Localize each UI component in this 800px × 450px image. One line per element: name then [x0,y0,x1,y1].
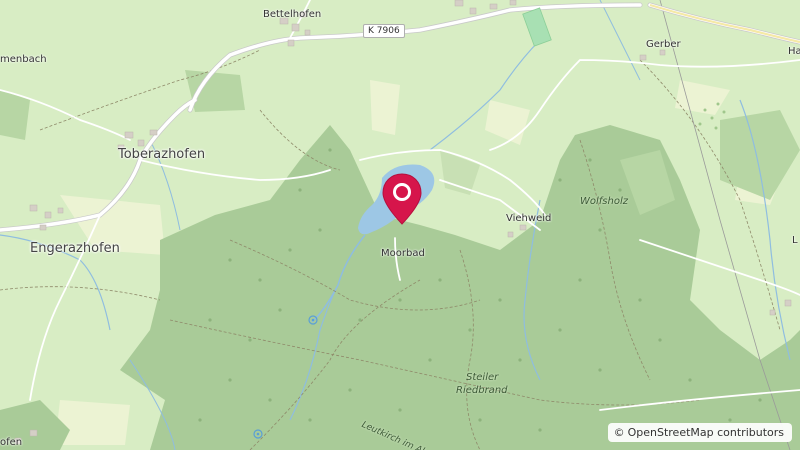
road-shield-k7906: K 7906 [363,24,405,38]
place-label-steiler: Steiler [466,372,499,383]
place-label-menbach: menbach [0,54,47,65]
place-label-moorbad: Moorbad [381,248,425,259]
place-label-riedbrand: Riedbrand [456,385,508,396]
copyright-symbol: © [613,426,625,439]
map-attribution[interactable]: © OpenStreetMap contributors [607,423,792,442]
map-view[interactable]: Bettelhofen Toberazhofen Engerazhofen Ge… [0,0,800,450]
place-label-engerazhofen: Engerazhofen [30,241,120,256]
place-label-ofen: ofen [0,437,23,448]
place-label-l: L [792,235,798,246]
place-label-toberazhofen: Toberazhofen [118,147,206,162]
place-label-gerber: Gerber [646,39,681,50]
place-label-bettelhofen: Bettelhofen [263,9,322,20]
place-label-ha: Ha [788,46,800,57]
place-label-wolfsholz: Wolfsholz [580,196,628,207]
attribution-text[interactable]: OpenStreetMap contributors [628,426,784,439]
location-pin-icon[interactable] [381,172,423,226]
place-label-viehweid: Viehweid [506,213,552,224]
